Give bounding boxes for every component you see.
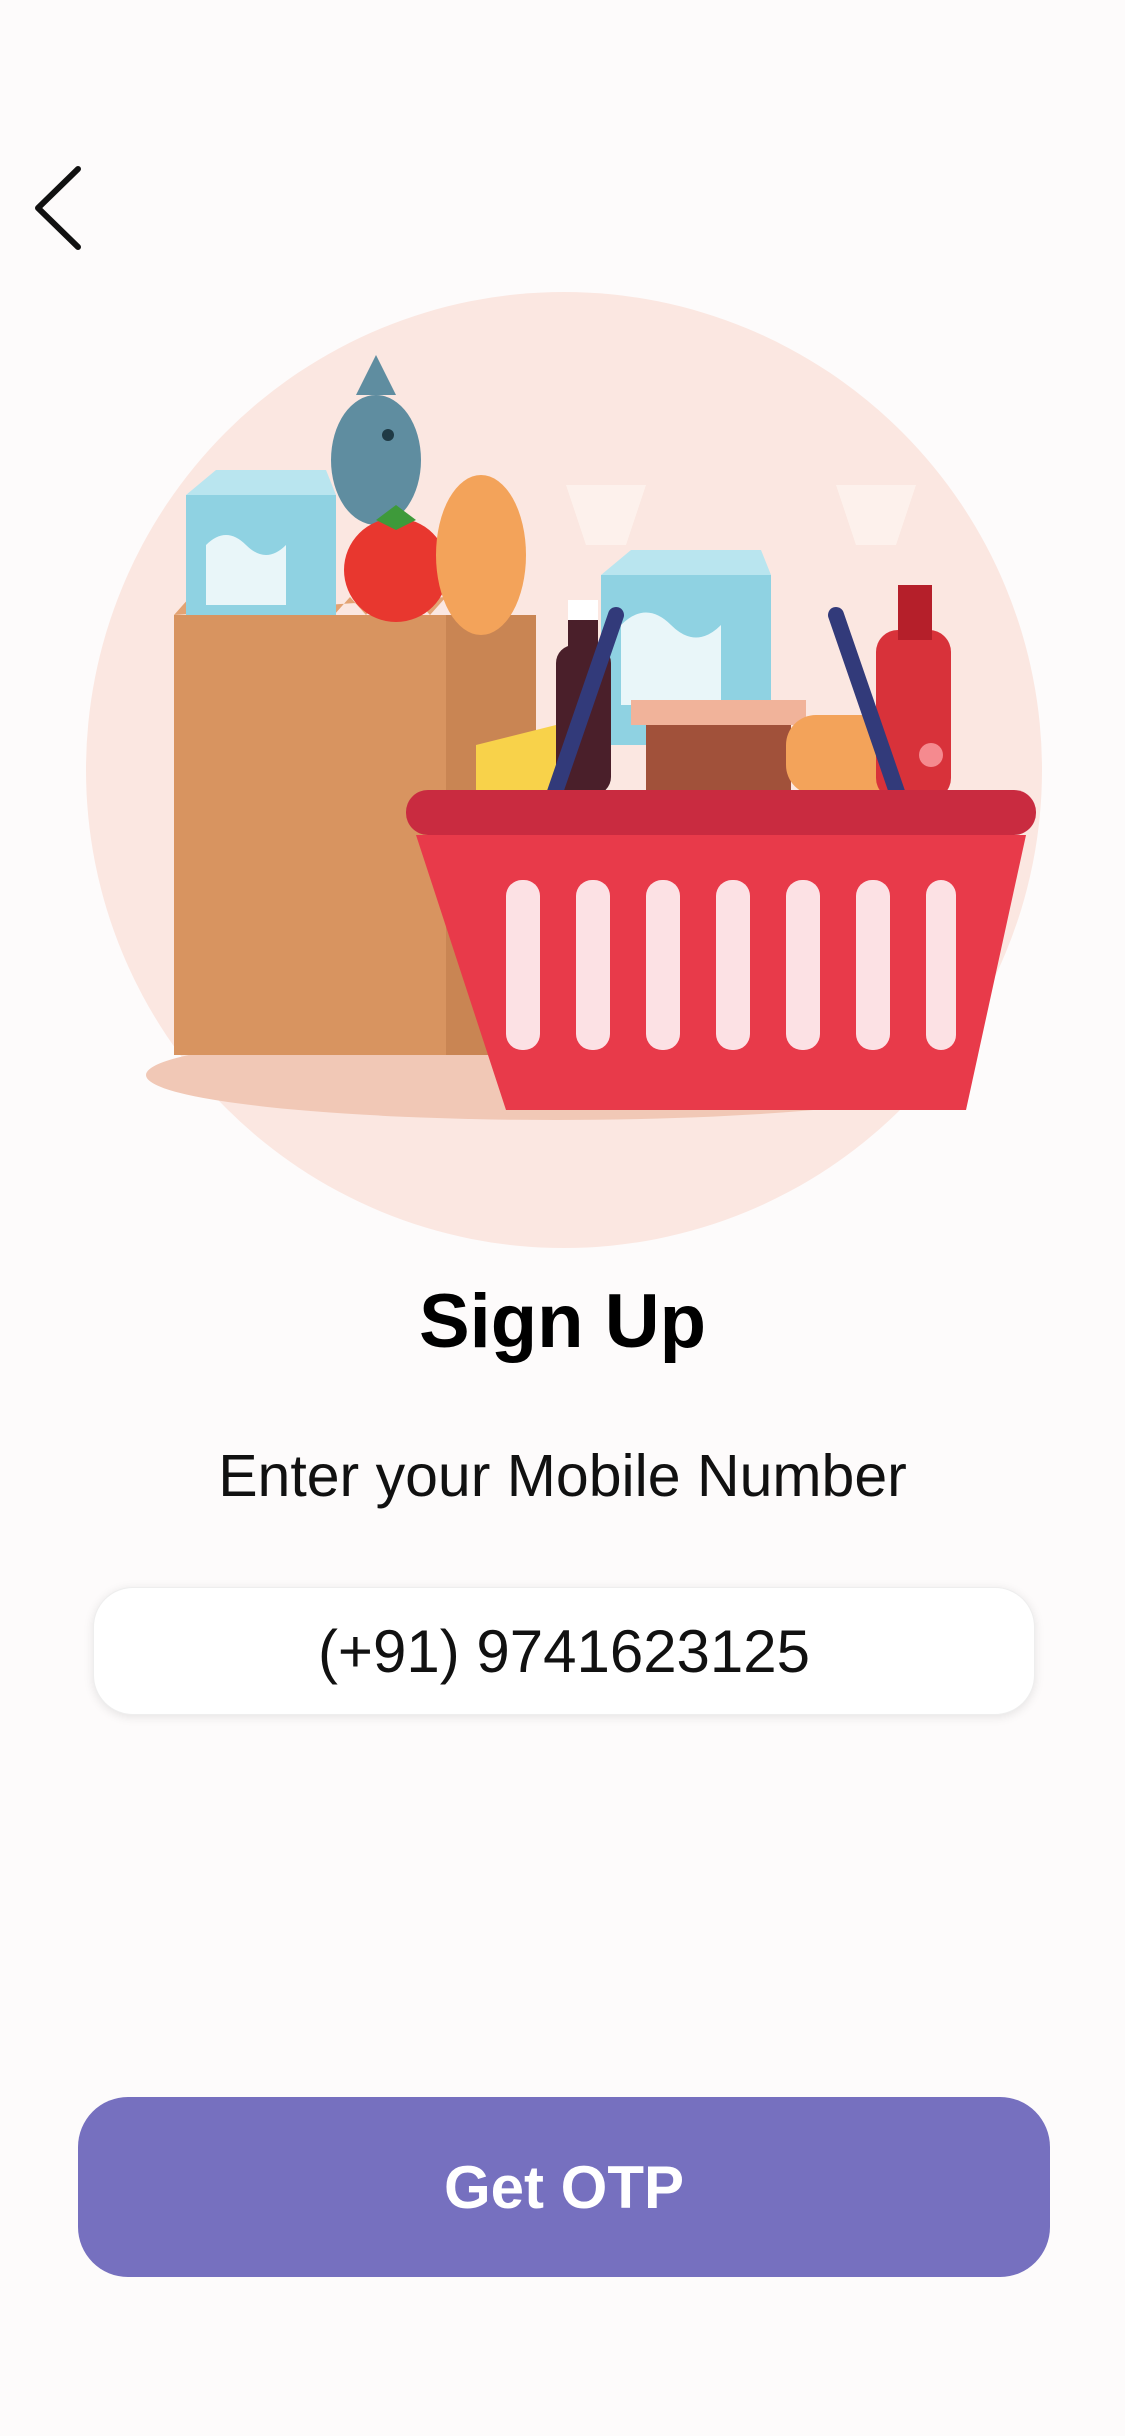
mobile-number-prompt: Enter your Mobile Number <box>218 1443 907 1509</box>
mobile-number-value: (+91) 9741623125 <box>317 1617 811 1685</box>
grocery-illustration <box>86 285 1042 1255</box>
chevron-left-icon <box>30 163 90 258</box>
mobile-number-field[interactable]: (+91) 9741623125 <box>93 1587 1035 1715</box>
get-otp-label: Get OTP <box>443 2153 685 2221</box>
page-title: Sign Up <box>418 1279 707 1364</box>
get-otp-button[interactable]: Get OTP <box>78 2097 1050 2277</box>
back-button[interactable] <box>30 160 110 260</box>
